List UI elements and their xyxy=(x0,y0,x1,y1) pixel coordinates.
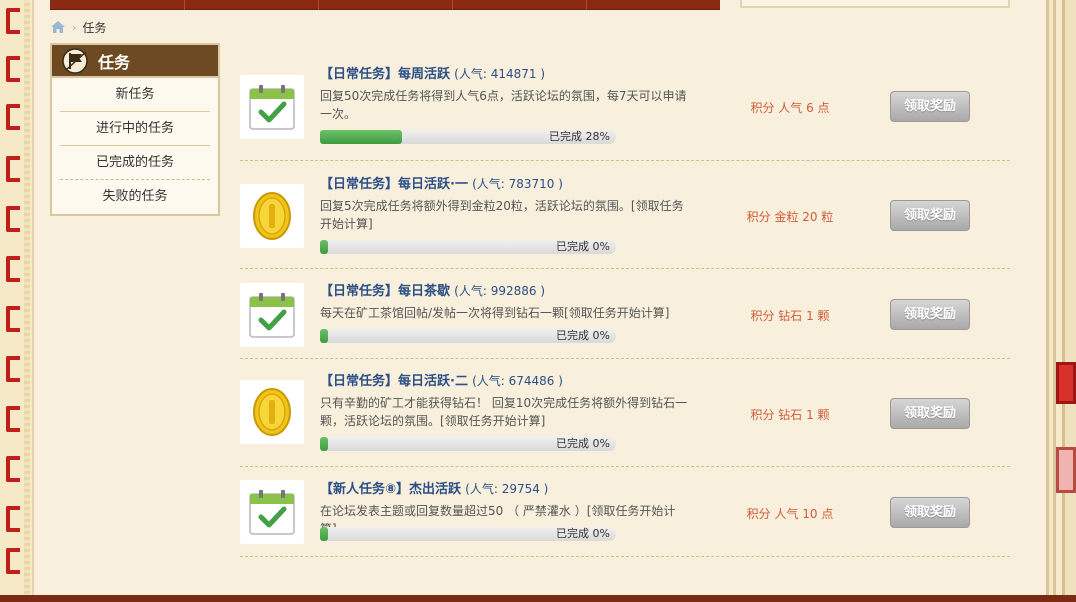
progress-fill xyxy=(320,527,328,541)
progress-fill xyxy=(320,329,328,343)
task-progress-bar: 已完成 0% xyxy=(320,437,616,451)
breadcrumb: › 任务 xyxy=(50,18,106,36)
task-popularity: (人气: 992886 ) xyxy=(454,284,546,298)
task-progress-bar: 已完成 0% xyxy=(320,527,616,541)
sidebar-header: 任务 xyxy=(52,45,218,78)
claim-reward-button[interactable]: 领取奖励 xyxy=(890,398,970,429)
task-title[interactable]: 【日常任务】每日茶歇 xyxy=(320,284,450,299)
calendar-check-icon[interactable] xyxy=(240,283,304,347)
task-progress-bar: 已完成 0% xyxy=(320,329,616,343)
task-reward: 积分 钻石 1 颗 xyxy=(750,408,830,422)
task-reward: 积分 人气 10 点 xyxy=(746,507,834,521)
page-edge xyxy=(1046,0,1076,602)
side-tab[interactable] xyxy=(1056,362,1076,404)
task-progress-bar: 已完成 28% xyxy=(320,130,616,144)
task-popularity: (人气: 414871 ) xyxy=(454,67,546,81)
task-popularity: (人气: 29754 ) xyxy=(465,482,549,496)
task-list: 【日常任务】每周活跃 (人气: 414871 ) 回复50次完成任务将得到人气6… xyxy=(240,59,1010,557)
task-row: 【日常任务】每周活跃 (人气: 414871 ) 回复50次完成任务将得到人气6… xyxy=(240,59,1010,161)
sidebar-item-failed[interactable]: 失败的任务 xyxy=(60,180,210,214)
task-description: 只有辛勤的矿工才能获得钻石！ 回复10次完成任务将额外得到钻石一颗，活跃论坛的氛… xyxy=(320,396,688,428)
progress-fill xyxy=(320,437,328,451)
progress-text: 已完成 0% xyxy=(556,437,610,450)
top-right-panel xyxy=(740,0,1010,8)
task-title[interactable]: 【日常任务】每日活跃·一 xyxy=(320,177,468,192)
task-description: 每天在矿工茶馆回帖/发帖一次将得到钻石一颗[领取任务开始计算] xyxy=(320,306,670,320)
progress-text: 已完成 0% xyxy=(556,527,610,540)
book-binding xyxy=(0,0,34,602)
top-nav-strip xyxy=(50,0,720,10)
progress-fill xyxy=(320,240,328,254)
progress-text: 已完成 28% xyxy=(549,130,610,143)
bottom-border xyxy=(0,595,1076,602)
side-tab[interactable] xyxy=(1056,447,1076,493)
claim-reward-button[interactable]: 领取奖励 xyxy=(890,299,970,330)
progress-fill xyxy=(320,130,402,144)
calendar-check-icon[interactable] xyxy=(240,75,304,139)
task-description: 回复5次完成任务将额外得到金粒20粒，活跃论坛的氛围。[领取任务开始计算] xyxy=(320,199,684,231)
task-popularity: (人气: 674486 ) xyxy=(472,374,563,388)
task-title[interactable]: 【日常任务】每日活跃·二 xyxy=(320,374,468,389)
progress-text: 已完成 0% xyxy=(556,240,610,253)
breadcrumb-current[interactable]: 任务 xyxy=(82,19,106,36)
task-title[interactable]: 【新人任务⑧】杰出活跃 xyxy=(320,482,461,497)
sidebar-item-in-progress[interactable]: 进行中的任务 xyxy=(60,112,210,146)
task-description: 回复50次完成任务将得到人气6点，活跃论坛的氛围，每7天可以申请一次。 xyxy=(320,89,687,121)
home-icon[interactable] xyxy=(50,20,66,34)
breadcrumb-separator: › xyxy=(72,20,77,34)
gold-coin-icon[interactable] xyxy=(240,184,304,248)
task-reward: 积分 金粒 20 粒 xyxy=(746,210,834,224)
task-popularity: (人气: 783710 ) xyxy=(472,177,563,191)
gold-coin-icon[interactable] xyxy=(240,380,304,444)
task-reward: 积分 钻石 1 颗 xyxy=(750,309,830,323)
progress-text: 已完成 0% xyxy=(556,329,610,342)
task-row: 【日常任务】每日活跃·一 (人气: 783710 ) 回复5次完成任务将额外得到… xyxy=(240,161,1010,269)
task-title[interactable]: 【日常任务】每周活跃 xyxy=(320,67,450,82)
claim-reward-button[interactable]: 领取奖励 xyxy=(890,200,970,231)
sidebar-item-completed[interactable]: 已完成的任务 xyxy=(60,146,210,180)
task-row: 【日常任务】每日茶歇 (人气: 992886 ) 每天在矿工茶馆回帖/发帖一次将… xyxy=(240,269,1010,359)
calendar-check-icon[interactable] xyxy=(240,480,304,544)
claim-reward-button[interactable]: 领取奖励 xyxy=(890,497,970,528)
task-reward: 积分 人气 6 点 xyxy=(750,101,830,115)
task-flag-icon xyxy=(62,47,90,74)
task-sidebar: 任务 新任务 进行中的任务 已完成的任务 失败的任务 xyxy=(50,43,220,216)
claim-reward-button[interactable]: 领取奖励 xyxy=(890,91,970,122)
task-row: 【新人任务⑧】杰出活跃 (人气: 29754 ) 在论坛发表主题或回复数量超过5… xyxy=(240,467,1010,557)
sidebar-item-new[interactable]: 新任务 xyxy=(60,78,210,112)
task-row: 【日常任务】每日活跃·二 (人气: 674486 ) 只有辛勤的矿工才能获得钻石… xyxy=(240,359,1010,467)
task-progress-bar: 已完成 0% xyxy=(320,240,616,254)
sidebar-title: 任务 xyxy=(98,52,131,72)
